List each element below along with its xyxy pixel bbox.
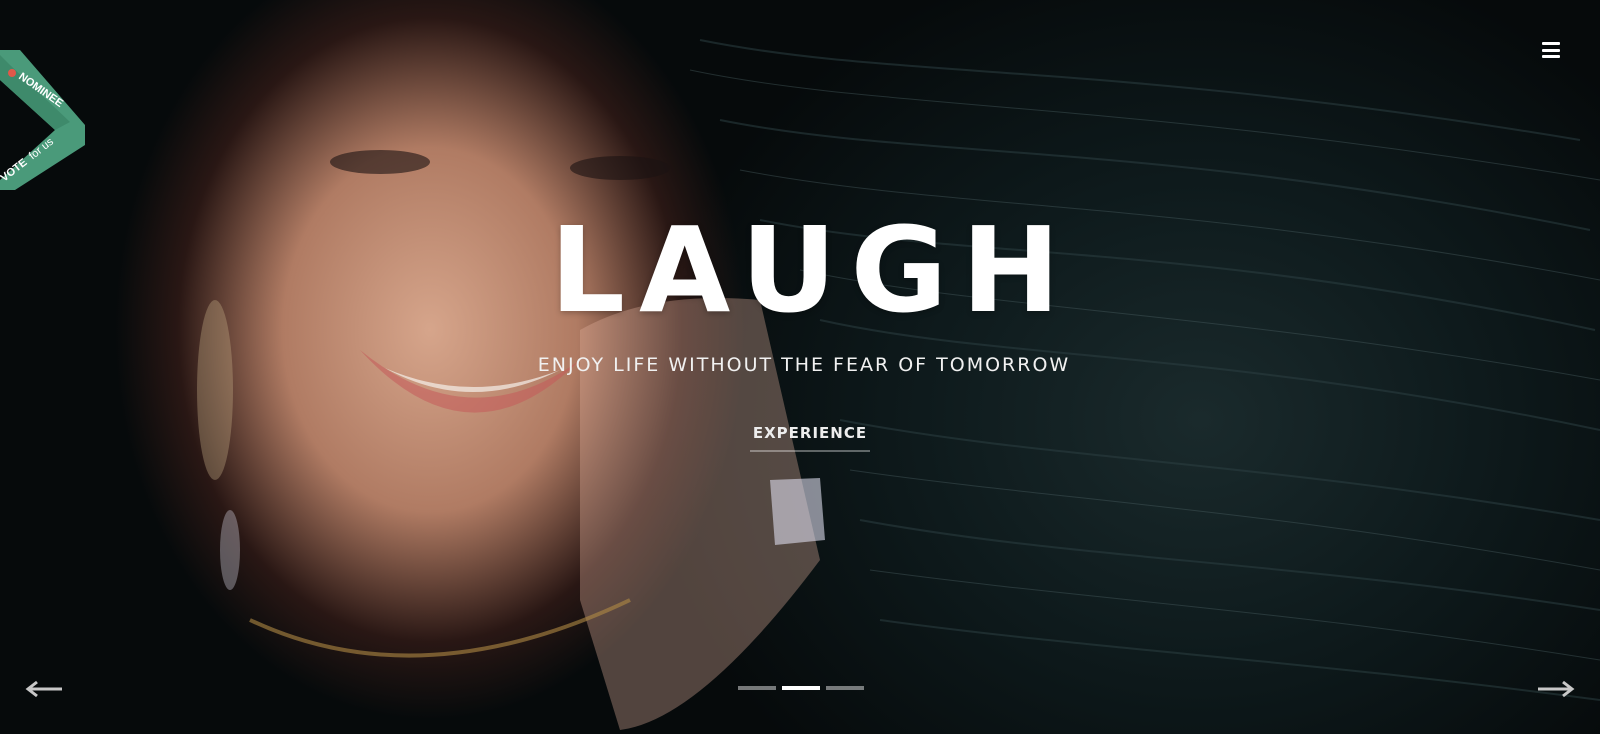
hamburger-icon[interactable] [1542, 42, 1560, 58]
hero-headline: LAUGH [549, 201, 1075, 339]
experience-button[interactable]: EXPERIENCE [750, 424, 870, 452]
slide-dot-3[interactable] [826, 686, 864, 690]
award-icon [8, 69, 16, 77]
nominee-ribbon-badge[interactable]: NOMINEE VOTE for us [0, 50, 90, 190]
arrow-left-icon[interactable] [24, 680, 64, 698]
hero-subtitle: ENJOY LIFE WITHOUT THE FEAR OF TOMORROW [537, 354, 1071, 376]
slide-dot-2[interactable] [782, 686, 820, 690]
hamburger-bar [1542, 42, 1560, 45]
arrow-right-icon[interactable] [1536, 680, 1576, 698]
slider-pagination [738, 686, 864, 690]
hamburger-bar [1542, 55, 1560, 58]
hamburger-bar [1542, 48, 1560, 52]
slide-dot-1[interactable] [738, 686, 776, 690]
hero-slider: NOMINEE VOTE for us LAUGH ENJOY LIFE WIT… [0, 0, 1600, 734]
